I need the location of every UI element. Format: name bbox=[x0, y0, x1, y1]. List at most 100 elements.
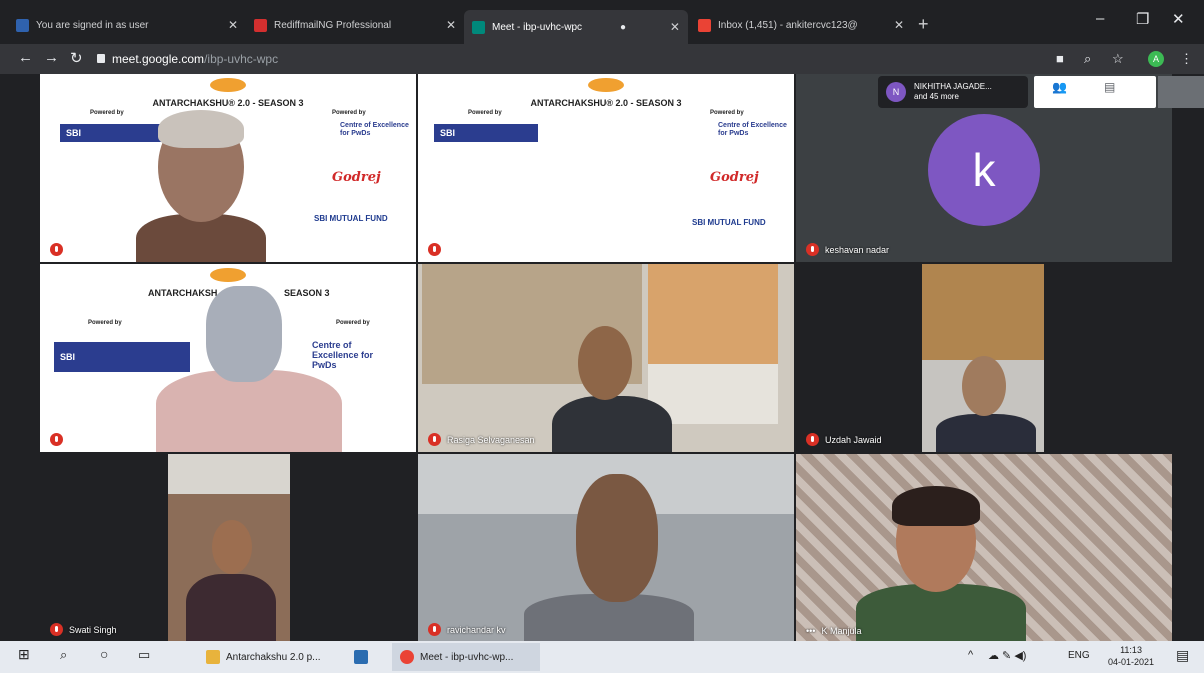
powered-by-label: Powered by bbox=[710, 110, 744, 116]
powered-by-label: Powered by bbox=[336, 320, 370, 326]
url-path: /ibp-uvhc-wpc bbox=[204, 52, 279, 66]
powered-by-label: Powered by bbox=[90, 110, 124, 116]
self-view-thumbnail[interactable] bbox=[1158, 76, 1204, 108]
url-host: meet.google.com bbox=[112, 52, 205, 66]
mic-off-icon bbox=[428, 243, 441, 256]
slide-title-right: SEASON 3 bbox=[284, 288, 330, 298]
wall-calendar bbox=[648, 264, 778, 364]
participant-tile-9[interactable]: ••• K Manjula bbox=[796, 454, 1172, 642]
participant-name: Rasiga Selvaganesan bbox=[428, 433, 535, 446]
tab-signed-in[interactable]: You are signed in as user ✕ bbox=[8, 12, 246, 38]
slide-title-left: ANTARCHAKSH bbox=[148, 288, 218, 298]
participant-name bbox=[428, 243, 447, 256]
people-icon[interactable]: 👥 bbox=[1052, 80, 1067, 94]
godrej-logo: Godrej bbox=[332, 170, 381, 185]
search-icon[interactable]: ⌕ bbox=[60, 647, 67, 663]
browser-tab-strip: You are signed in as user ✕ RediffmailNG… bbox=[0, 0, 1204, 44]
video-person bbox=[962, 356, 1006, 416]
minimize-icon[interactable]: – bbox=[1096, 10, 1104, 27]
participant-tile-4[interactable]: ANTARCHAKSH SEASON 3 Powered by Powered … bbox=[40, 264, 416, 452]
participant-name bbox=[50, 433, 69, 446]
chrome-icon bbox=[400, 650, 414, 664]
app-icon bbox=[354, 650, 368, 664]
taskbar-app[interactable] bbox=[346, 643, 386, 671]
sbi-text: SBI bbox=[66, 128, 82, 138]
taskbar-label: Meet - ibp-uvhc-wp... bbox=[420, 651, 514, 663]
video-person bbox=[856, 584, 1026, 642]
video-person bbox=[212, 520, 252, 574]
new-tab-button[interactable]: + bbox=[918, 14, 929, 35]
forward-icon[interactable]: → bbox=[44, 49, 59, 66]
taskbar-chrome[interactable]: Meet - ibp-uvhc-wp... bbox=[392, 643, 540, 671]
windows-start-icon[interactable]: ⊞ bbox=[18, 646, 30, 663]
participant-name: NIKHITHA JAGADE... bbox=[914, 82, 992, 91]
taskbar-label: Antarchakshu 2.0 p... bbox=[226, 651, 321, 663]
participant-tile-8[interactable]: ravichandar kv bbox=[418, 454, 794, 642]
search-icon[interactable]: ⌕ bbox=[1084, 51, 1091, 67]
participant-name bbox=[50, 243, 69, 256]
tab-rediffmail[interactable]: RediffmailNG Professional ✕ bbox=[246, 12, 464, 38]
participants-chip[interactable]: N NIKHITHA JAGADE... and 45 more bbox=[878, 76, 1028, 108]
participant-tile-1[interactable]: ANTARCHAKSHU® 2.0 - SEASON 3 Powered by … bbox=[40, 74, 416, 262]
lock-icon bbox=[97, 54, 105, 63]
tab-label: Inbox (1,451) - ankitercvc123@ bbox=[718, 19, 858, 31]
clock-time: 11:13 bbox=[1120, 645, 1142, 655]
gmail-icon bbox=[698, 18, 711, 32]
participant-tile-6[interactable]: Uzdah Jawaid bbox=[796, 264, 1172, 452]
sbi-mutual-fund-logo: SBI MUTUAL FUND bbox=[692, 218, 766, 227]
url-field[interactable]: meet.google.com/ibp-uvhc-wpc bbox=[112, 52, 278, 66]
menu-icon[interactable]: ⋮ bbox=[1180, 51, 1193, 67]
slide-title: ANTARCHAKSHU® 2.0 - SEASON 3 bbox=[530, 98, 682, 108]
video-person bbox=[156, 370, 342, 452]
tab-label: You are signed in as user bbox=[36, 19, 149, 31]
task-view-icon[interactable]: ▭ bbox=[138, 647, 150, 663]
participant-name: ravichandar kv bbox=[428, 623, 506, 636]
tab-meet[interactable]: Meet - ibp-uvhc-wpc ● ✕ bbox=[464, 10, 688, 44]
chat-icon[interactable]: ▤ bbox=[1104, 80, 1115, 94]
participant-name: Uzdah Jawaid bbox=[806, 433, 882, 446]
camera-icon[interactable]: ■ bbox=[1056, 51, 1064, 66]
address-bar-row: ← → ↻ meet.google.com/ibp-uvhc-wpc ■ ⌕ ☆… bbox=[0, 44, 1204, 74]
more-count: and 45 more bbox=[914, 92, 959, 101]
language-indicator[interactable]: ENG bbox=[1068, 650, 1090, 661]
back-icon[interactable]: ← bbox=[18, 49, 33, 66]
close-icon[interactable]: ✕ bbox=[888, 18, 904, 32]
profile-avatar[interactable]: A bbox=[1148, 51, 1164, 67]
avatar: k bbox=[928, 114, 1040, 226]
notification-icon[interactable]: ▤ bbox=[1176, 647, 1189, 664]
cortana-icon[interactable]: ○ bbox=[100, 646, 108, 662]
video-person bbox=[186, 574, 276, 642]
video-person bbox=[206, 286, 282, 382]
video-person bbox=[158, 110, 244, 148]
participant-tile-5[interactable]: Rasiga Selvaganesan bbox=[418, 264, 794, 452]
tab-label: Meet - ibp-uvhc-wpc bbox=[492, 21, 583, 33]
taskbar-clock[interactable]: 11:13 04-01-2021 bbox=[1108, 644, 1154, 668]
video-person bbox=[936, 414, 1036, 452]
participant-name: keshavan nadar bbox=[806, 243, 889, 256]
close-icon[interactable]: ✕ bbox=[440, 18, 456, 32]
close-icon[interactable]: ✕ bbox=[664, 20, 680, 34]
site-icon bbox=[16, 18, 29, 32]
maximize-icon[interactable]: ❐ bbox=[1136, 10, 1149, 28]
video-person bbox=[552, 396, 672, 452]
reload-icon[interactable]: ↻ bbox=[70, 49, 83, 67]
avatar: N bbox=[886, 82, 906, 102]
video-feed bbox=[168, 454, 290, 494]
participant-tile-2[interactable]: ANTARCHAKSHU® 2.0 - SEASON 3 Powered by … bbox=[418, 74, 794, 262]
window-close-icon[interactable]: ✕ bbox=[1172, 10, 1185, 28]
mic-off-icon bbox=[806, 433, 819, 446]
sbi-foundation-logo: SBI bbox=[434, 124, 538, 142]
tab-gmail[interactable]: Inbox (1,451) - ankitercvc123@ ✕ bbox=[690, 12, 912, 38]
clock-date: 04-01-2021 bbox=[1108, 657, 1155, 667]
tray-icons[interactable]: ☁ ✎ ◀) bbox=[988, 649, 1026, 662]
sbi-text: SBI bbox=[60, 352, 76, 362]
slide-banner: ANTARCHAKSHU® 2.0 - SEASON 3 Powered by … bbox=[418, 74, 794, 262]
close-icon[interactable]: ✕ bbox=[222, 18, 238, 32]
mic-off-icon bbox=[50, 433, 63, 446]
tray-overflow-icon[interactable]: ^ bbox=[968, 649, 973, 661]
participant-name: Swati Singh bbox=[50, 623, 117, 636]
taskbar-file-explorer[interactable]: Antarchakshu 2.0 p... bbox=[198, 643, 336, 671]
participant-tile-7[interactable]: Swati Singh bbox=[40, 454, 416, 642]
mic-off-icon bbox=[50, 243, 63, 256]
star-icon[interactable]: ☆ bbox=[1112, 51, 1124, 67]
